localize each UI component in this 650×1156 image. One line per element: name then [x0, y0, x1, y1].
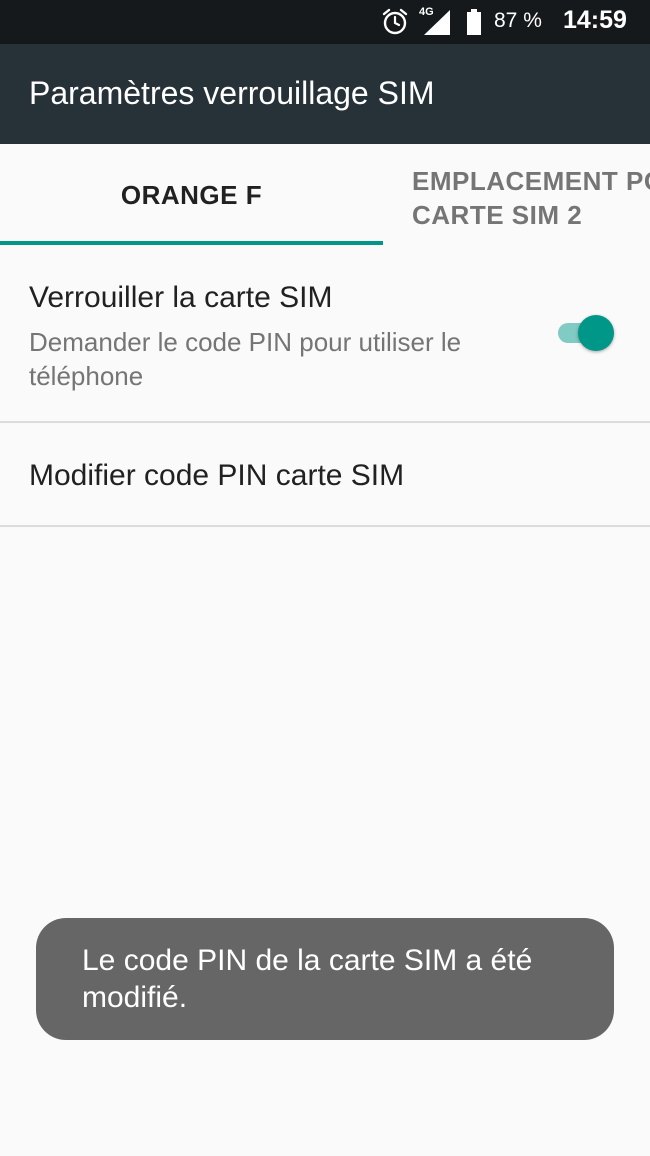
- tab-orange-f[interactable]: ORANGE F: [0, 144, 383, 245]
- status-bar: 4G 87 % 14:59: [0, 0, 650, 44]
- switch-thumb: [578, 315, 614, 351]
- tab-label: ORANGE F: [120, 180, 263, 210]
- alarm-clock-icon: [382, 8, 408, 35]
- tab-label-line: EMPLACEMENT PO: [412, 166, 650, 196]
- toast-text: Le code PIN de la carte SIM a été modifi…: [82, 944, 533, 1014]
- tab-sim-slot-2[interactable]: EMPLACEMENT PO CARTE SIM 2: [383, 144, 650, 245]
- lock-sim-summary: Demander le code PIN pour utiliser le té…: [29, 327, 462, 391]
- tab-label: EMPLACEMENT PO CARTE SIM 2: [412, 164, 650, 232]
- lock-sim-title: Verrouiller la carte SIM: [29, 281, 333, 314]
- clock: 14:59: [563, 6, 627, 34]
- change-pin-preference[interactable]: Modifier code PIN carte SIM: [0, 423, 650, 525]
- cell-signal-icon: [424, 10, 450, 35]
- battery-percent: 87 %: [494, 9, 542, 32]
- battery-icon: [467, 9, 481, 35]
- divider: [0, 525, 650, 527]
- lock-sim-switch[interactable]: [556, 315, 616, 351]
- change-pin-title: Modifier code PIN carte SIM: [29, 459, 405, 492]
- tab-label-line: CARTE SIM 2: [412, 200, 583, 230]
- sim-tabs: ORANGE F EMPLACEMENT PO CARTE SIM 2: [0, 144, 650, 245]
- lock-sim-preference[interactable]: Verrouiller la carte SIM Demander le cod…: [0, 245, 650, 422]
- app-bar: Paramètres verrouillage SIM: [0, 44, 650, 144]
- page-title: Paramètres verrouillage SIM: [29, 75, 435, 111]
- toast-message: Le code PIN de la carte SIM a été modifi…: [36, 918, 614, 1040]
